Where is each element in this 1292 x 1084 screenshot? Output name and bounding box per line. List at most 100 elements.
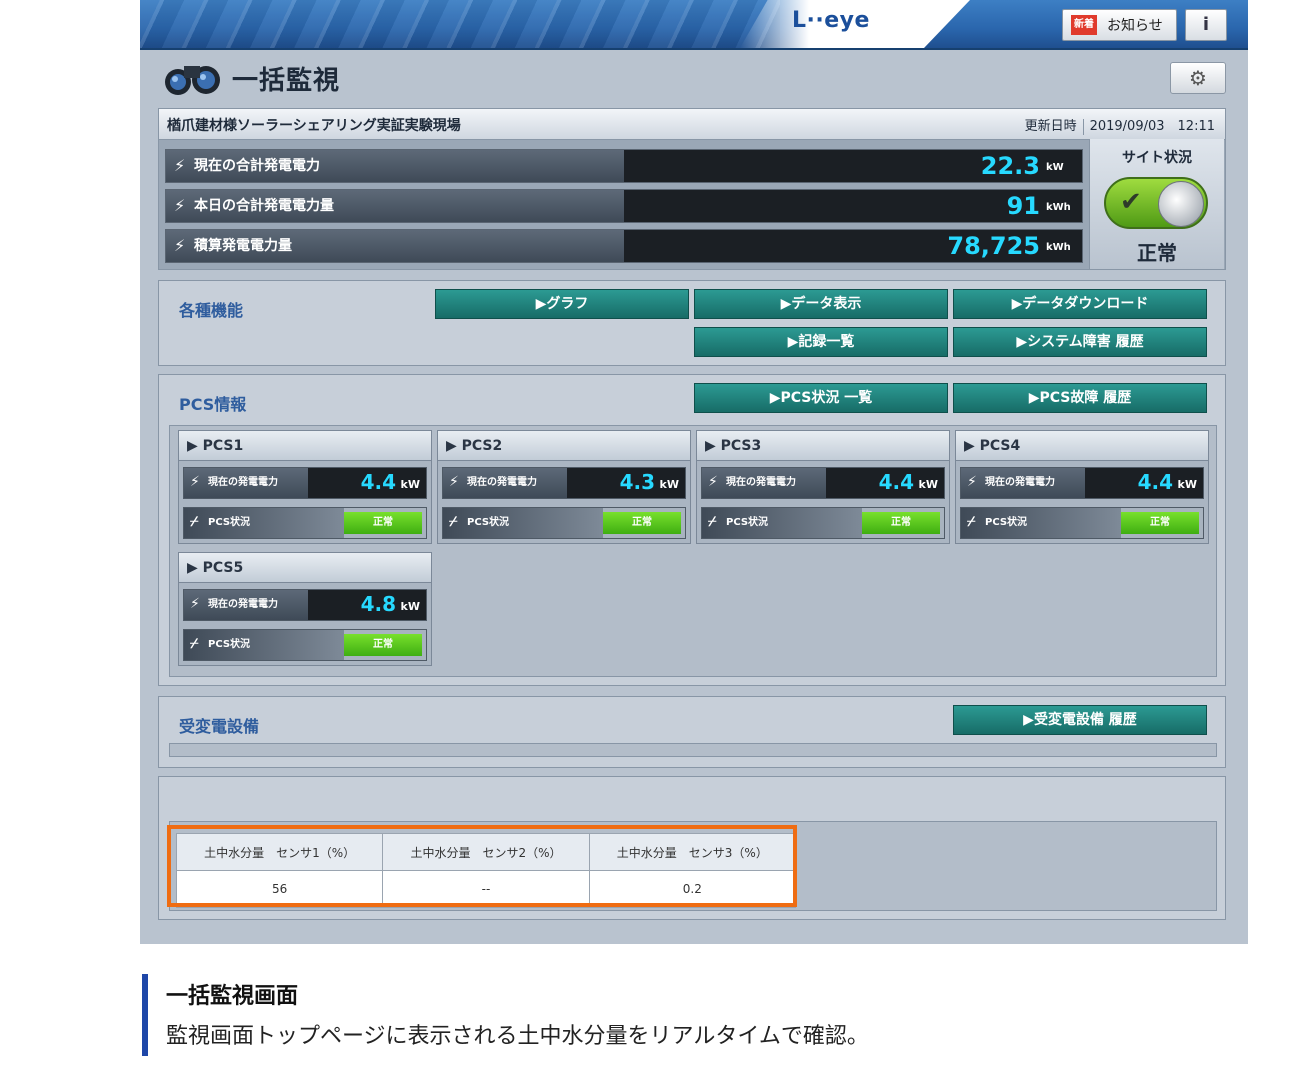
pcs-grid: ▶ PCS1 ⚡ 現在の発電電力 4.4 kW ⌿ PCS状況 正常 ▶ PCS2 … bbox=[169, 425, 1217, 677]
info-button[interactable]: i bbox=[1185, 9, 1227, 41]
pcs-status-row: ⌿ PCS状況 正常 bbox=[701, 507, 945, 539]
status-label: ⌿ PCS状況 bbox=[184, 630, 344, 660]
metric-value: 91 bbox=[1006, 192, 1040, 220]
lightning-icon: ⚡ bbox=[190, 596, 200, 612]
power-unit: kW bbox=[400, 478, 420, 491]
news-button[interactable]: 新着 お知らせ bbox=[1062, 9, 1177, 41]
pcs-power-row: ⚡ 現在の発電電力 4.4 kW bbox=[701, 467, 945, 499]
pcs-power-row: ⚡ 現在の発電電力 4.8 kW bbox=[183, 589, 427, 621]
power-value: 4.4 bbox=[878, 470, 914, 494]
pcs-card-4[interactable]: ▶ PCS4 ⚡ 現在の発電電力 4.4 kW ⌿ PCS状況 正常 bbox=[955, 430, 1209, 544]
pcs-status-list-button[interactable]: ▶PCS状況 一覧 bbox=[694, 383, 948, 413]
power-label: ⚡ 現在の発電電力 bbox=[184, 590, 308, 620]
metric-unit: kWh bbox=[1046, 242, 1071, 253]
substation-history-button[interactable]: ▶受変電設備 履歴 bbox=[953, 705, 1207, 735]
inverter-icon: ⌿ bbox=[190, 636, 199, 652]
pcs-name: ▶ PCS3 bbox=[697, 431, 949, 461]
inverter-icon: ⌿ bbox=[967, 514, 976, 530]
pcs-title: PCS情報 bbox=[179, 395, 247, 414]
gear-icon: ⚙ bbox=[1189, 66, 1207, 90]
site-status-title: サイト状況 bbox=[1122, 150, 1192, 166]
status-badge: 正常 bbox=[1121, 512, 1199, 534]
settings-button[interactable]: ⚙ bbox=[1170, 62, 1226, 94]
power-label: ⚡ 現在の発電電力 bbox=[961, 468, 1085, 498]
pcs-name: ▶ PCS2 bbox=[438, 431, 690, 461]
header-decoration bbox=[140, 0, 780, 48]
inverter-icon: ⌿ bbox=[708, 514, 717, 530]
power-value: 4.4 bbox=[360, 470, 396, 494]
pcs-name: ▶ PCS4 bbox=[956, 431, 1208, 461]
power-unit: kW bbox=[1177, 478, 1197, 491]
site-status: サイト状況 ✔ 正常 bbox=[1089, 139, 1224, 269]
substation-title: 受変電設備 bbox=[179, 717, 260, 736]
power-unit: kW bbox=[400, 600, 420, 613]
record-list-button[interactable]: ▶記録一覧 bbox=[694, 327, 948, 357]
status-label: ⌿ PCS状況 bbox=[702, 508, 862, 538]
status-label: ⌿ PCS状況 bbox=[184, 508, 344, 538]
status-label: ⌿ PCS状況 bbox=[961, 508, 1121, 538]
pcs-card-2[interactable]: ▶ PCS2 ⚡ 現在の発電電力 4.3 kW ⌿ PCS状況 正常 bbox=[437, 430, 691, 544]
inverter-icon: ⌿ bbox=[449, 514, 458, 530]
data-view-button[interactable]: ▶データ表示 bbox=[694, 289, 948, 319]
metric-value: 22.3 bbox=[980, 152, 1040, 180]
power-unit: kW bbox=[918, 478, 938, 491]
lightning-icon: ⚡ bbox=[190, 474, 200, 490]
site-summary-panel: 楢爪建材様ソーラーシェアリング実証実験現場 更新日時 2019/09/03 12:… bbox=[158, 108, 1226, 270]
update-value: 2019/09/03 12:11 bbox=[1089, 119, 1215, 134]
metric-label: ⚡ 現在の合計発電電力 bbox=[166, 150, 624, 182]
caption-body: 監視画面トップページに表示される土中水分量をリアルタイムで確認。 bbox=[166, 1024, 869, 1049]
pcs-card-1[interactable]: ▶ PCS1 ⚡ 現在の発電電力 4.4 kW ⌿ PCS状況 正常 bbox=[178, 430, 432, 544]
power-label: ⚡ 現在の発電電力 bbox=[702, 468, 826, 498]
lightning-icon: ⚡ bbox=[174, 156, 186, 175]
pcs-panel: PCS情報 ▶PCS状況 一覧 ▶PCS故障 履歴 ▶ PCS1 ⚡ 現在の発電電… bbox=[158, 374, 1226, 686]
metric-label: ⚡ 積算発電電力量 bbox=[166, 230, 624, 262]
pcs-power-row: ⚡ 現在の発電電力 4.4 kW bbox=[960, 467, 1204, 499]
power-unit: kW bbox=[659, 478, 679, 491]
metric-unit: kWh bbox=[1046, 202, 1071, 213]
graph-button[interactable]: ▶グラフ bbox=[435, 289, 689, 319]
site-name: 楢爪建材様ソーラーシェアリング実証実験現場 bbox=[167, 118, 461, 134]
status-label: ⌿ PCS状況 bbox=[443, 508, 603, 538]
pcs-power-row: ⚡ 現在の発電電力 4.3 kW bbox=[442, 467, 686, 499]
pcs-card-5[interactable]: ▶ PCS5 ⚡ 現在の発電電力 4.8 kW ⌿ PCS状況 正常 bbox=[178, 552, 432, 666]
metric-label: ⚡ 本日の合計発電電力量 bbox=[166, 190, 624, 222]
pcs-name: ▶ PCS1 bbox=[179, 431, 431, 461]
update-label: 更新日時 bbox=[1024, 119, 1077, 134]
site-header: 楢爪建材様ソーラーシェアリング実証実験現場 更新日時 2019/09/03 12:… bbox=[159, 109, 1225, 140]
data-download-button[interactable]: ▶データダウンロード bbox=[953, 289, 1207, 319]
functions-title: 各種機能 bbox=[179, 301, 244, 320]
binoculars-icon bbox=[162, 58, 224, 98]
page-title: 一括監視 bbox=[232, 65, 341, 96]
caption-accent-bar bbox=[142, 974, 148, 1056]
pcs-status-row: ⌿ PCS状況 正常 bbox=[183, 629, 427, 661]
news-label: お知らせ bbox=[1107, 18, 1163, 34]
status-badge: 正常 bbox=[344, 634, 422, 656]
lightning-icon: ⚡ bbox=[708, 474, 718, 490]
lightning-icon: ⚡ bbox=[174, 236, 186, 255]
power-value: 4.4 bbox=[1137, 470, 1173, 494]
app-logo: L··eye bbox=[792, 8, 870, 33]
functions-panel: 各種機能 ▶グラフ ▶データ表示 ▶データダウンロード ▶記録一覧 ▶システム障… bbox=[158, 280, 1226, 366]
site-status-text: 正常 bbox=[1137, 241, 1177, 265]
metric-current-power: ⚡ 現在の合計発電電力 22.3 kW bbox=[165, 149, 1083, 183]
new-badge-icon: 新着 bbox=[1071, 15, 1097, 35]
pcs-status-row: ⌿ PCS状況 正常 bbox=[442, 507, 686, 539]
metric-total-energy: ⚡ 積算発電電力量 78,725 kWh bbox=[165, 229, 1083, 263]
status-badge: 正常 bbox=[862, 512, 940, 534]
top-bar: L··eye 新着 お知らせ i bbox=[140, 0, 1248, 50]
pcs-card-3[interactable]: ▶ PCS3 ⚡ 現在の発電電力 4.4 kW ⌿ PCS状況 正常 bbox=[696, 430, 950, 544]
highlight-frame bbox=[167, 825, 797, 907]
status-badge: 正常 bbox=[344, 512, 422, 534]
substation-panel: 受変電設備 ▶受変電設備 履歴 bbox=[158, 696, 1226, 768]
toggle-knob bbox=[1158, 181, 1204, 227]
monitor-screen: L··eye 新着 お知らせ i 一括監視 ⚙ 楢爪建材様ソーラーシェアリング実… bbox=[140, 0, 1248, 944]
power-value: 4.3 bbox=[619, 470, 655, 494]
pcs-fault-history-button[interactable]: ▶PCS故障 履歴 bbox=[953, 383, 1207, 413]
pcs-power-row: ⚡ 現在の発電電力 4.4 kW bbox=[183, 467, 427, 499]
status-badge: 正常 bbox=[603, 512, 681, 534]
pcs-status-row: ⌿ PCS状況 正常 bbox=[960, 507, 1204, 539]
pcs-status-row: ⌿ PCS状況 正常 bbox=[183, 507, 427, 539]
system-fault-history-button[interactable]: ▶システム障害 履歴 bbox=[953, 327, 1207, 357]
caption-title: 一括監視画面 bbox=[166, 984, 299, 1009]
pcs-name: ▶ PCS5 bbox=[179, 553, 431, 583]
